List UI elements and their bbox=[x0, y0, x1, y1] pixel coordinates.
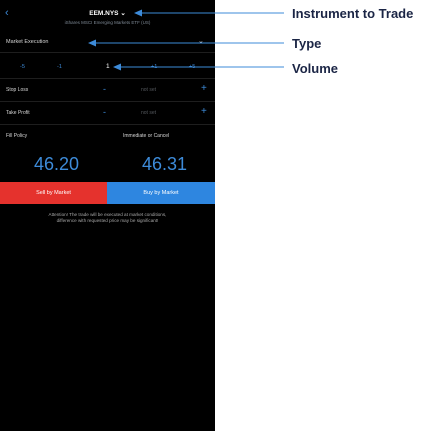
annotation-volume-label: Volume bbox=[292, 61, 338, 76]
arrow-head-type bbox=[88, 39, 96, 47]
arrow-head-instrument bbox=[134, 9, 142, 17]
annotation-type-label: Type bbox=[292, 36, 322, 51]
annotation-arrows bbox=[88, 9, 284, 71]
annotation-instrument-label: Instrument to Trade bbox=[292, 6, 414, 21]
arrow-head-volume bbox=[113, 63, 121, 71]
